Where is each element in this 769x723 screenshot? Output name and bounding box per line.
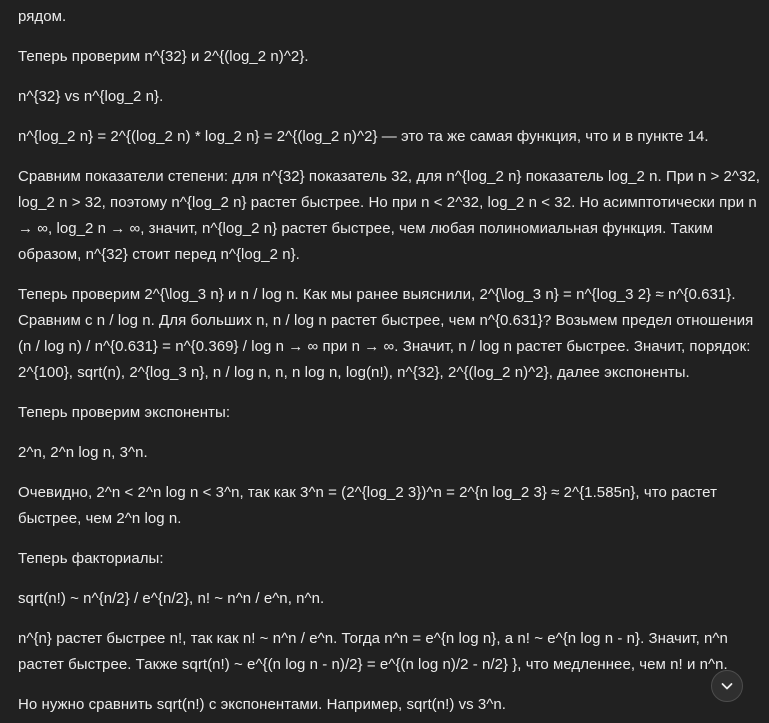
message-paragraph: Но нужно сравнить sqrt(n!) с экспонентам… [18,696,506,713]
message-paragraph: Теперь проверим n^{32} и 2^{(log_2 n)^2}… [18,48,309,65]
message-paragraph: 2^n, 2^n log n, 3^n. [18,444,148,461]
assistant-message: рядом. Теперь проверим n^{32} и 2^{(log_… [18,0,764,723]
message-paragraph: Сравним показатели степени: для n^{32} п… [18,168,760,263]
message-paragraph: Теперь проверим 2^{\log_3 n} и n / log n… [18,286,754,381]
message-paragraph: Теперь проверим экспоненты: [18,404,231,421]
message-paragraph: Очевидно, 2^n < 2^n log n < 3^n, так как… [18,484,717,527]
message-paragraph: рядом. [18,8,67,25]
message-paragraph: n^{32} vs n^{log_2 n}. [18,88,164,105]
message-paragraph: Теперь факториалы: [18,550,164,567]
message-paragraph: n^{n} растет быстрее n!, так как n! ~ n^… [18,630,728,673]
message-paragraph: sqrt(n!) ~ n^{n/2} / e^{n/2}, n! ~ n^n /… [18,590,325,607]
scroll-to-bottom-button[interactable] [711,670,743,702]
chevron-down-icon [719,678,735,694]
message-paragraph: n^{log_2 n} = 2^{(log_2 n) * log_2 n} = … [18,128,709,145]
